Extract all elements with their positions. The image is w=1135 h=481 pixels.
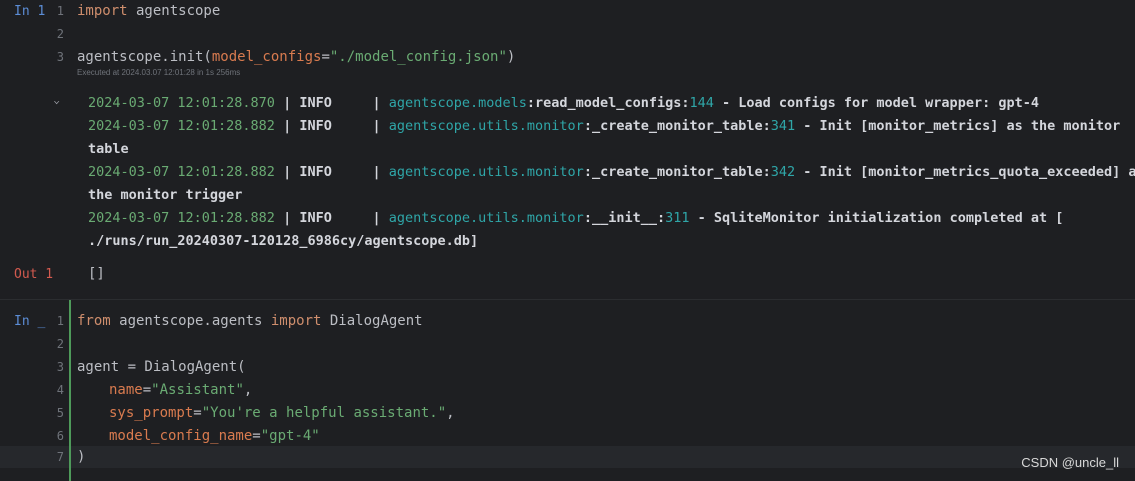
out-value: [] (88, 266, 105, 282)
log-line-4-cont: ./runs/run_20240307-120128_6986cy/agents… (88, 233, 479, 249)
log-lineno: 311 (665, 210, 690, 226)
code-line-6[interactable]: model_config_name="gpt-4" (109, 425, 320, 448)
code-text: agentscope (127, 3, 221, 19)
log-line-1: 2024-03-07 12:01:28.870 | INFO | agentsc… (88, 92, 1039, 115)
cell-1-prompt: In 1 (14, 4, 46, 19)
code-line-4[interactable]: name="Assistant", (109, 379, 252, 402)
param-model-config-name: model_config_name (109, 428, 253, 444)
string-literal: "You're a helpful assistant." (201, 405, 447, 421)
log-lineno: 144 (689, 95, 714, 111)
code-text: , (446, 405, 455, 421)
log-module: agentscope.utils.monitor (388, 164, 584, 180)
code-text: agentscope.agents (110, 313, 271, 329)
param-model-configs: model_configs (211, 49, 322, 65)
watermark: CSDN @uncle_ll (1021, 455, 1119, 470)
code-text: agentscope.init( (77, 49, 212, 65)
code-text: = (321, 49, 330, 65)
log-timestamp: 2024-03-07 12:01:28.882 (88, 118, 275, 134)
string-literal: "./model_config.json" (329, 49, 507, 65)
log-module: agentscope.models (388, 95, 527, 111)
code-cell-1[interactable]: In 1 1 2 3 import agentscope agentscope.… (0, 0, 1135, 90)
code-text: ) (506, 49, 516, 65)
line-number: 1 (56, 4, 64, 18)
log-level: | INFO | (274, 210, 389, 226)
keyword-from: from (77, 313, 111, 329)
log-lineno: 342 (770, 164, 796, 180)
code-text: = (142, 382, 152, 398)
active-cell-indicator (69, 300, 71, 481)
log-module: agentscope.utils.monitor (388, 210, 584, 226)
log-line-4: 2024-03-07 12:01:28.882 | INFO | agentsc… (88, 207, 1063, 230)
code-text: = (252, 428, 261, 444)
string-literal: "gpt-4" (260, 428, 320, 444)
log-message: - Load configs for model wrapper: gpt-4 (713, 95, 1039, 111)
code-line-5[interactable]: sys_prompt="You're a helpful assistant."… (109, 402, 455, 425)
log-line-3: 2024-03-07 12:01:28.882 | INFO | agentsc… (88, 161, 1135, 184)
line-number: 7 (56, 450, 64, 464)
keyword-import: import (77, 3, 128, 19)
line-number: 2 (56, 27, 64, 41)
code-line-3[interactable]: agent = DialogAgent( (77, 356, 246, 379)
line-number: 1 (56, 314, 64, 328)
log-level: | INFO | (274, 164, 389, 180)
line-number: 3 (56, 50, 64, 64)
code-line-3[interactable]: agentscope.init(model_configs="./model_c… (77, 46, 515, 69)
log-module: agentscope.utils.monitor (388, 118, 584, 134)
line-number: 5 (56, 406, 64, 420)
line-number: 6 (56, 429, 64, 443)
log-line-2: 2024-03-07 12:01:28.882 | INFO | agentsc… (88, 115, 1120, 138)
log-func: :read_model_configs: (526, 95, 690, 111)
collapse-chevron-icon[interactable]: ⌄ (53, 96, 60, 106)
log-level: | INFO | (274, 95, 389, 111)
line-number: 3 (56, 360, 64, 374)
log-timestamp: 2024-03-07 12:01:28.882 (88, 164, 275, 180)
keyword-import: import (270, 313, 322, 329)
code-line-1[interactable]: from agentscope.agents import DialogAgen… (77, 310, 423, 333)
log-lineno: 341 (770, 118, 796, 134)
cell-2-prompt: In _ (14, 314, 46, 329)
log-timestamp: 2024-03-07 12:01:28.870 (88, 95, 275, 111)
line-number: 4 (56, 383, 64, 397)
code-line-1[interactable]: import agentscope (77, 0, 220, 23)
code-line-7[interactable]: ) (77, 446, 85, 469)
log-func: :_create_monitor_table: (583, 164, 771, 180)
param-name: name (109, 382, 143, 398)
log-line-2-cont: table (88, 141, 129, 157)
log-line-3-cont: the monitor trigger (88, 187, 243, 203)
log-level: | INFO | (274, 118, 389, 134)
log-message: - Init [monitor_metrics] as the monitor (795, 118, 1121, 134)
out-prompt: Out 1 (14, 267, 54, 282)
current-line-highlight (0, 446, 1135, 468)
log-timestamp: 2024-03-07 12:01:28.882 (88, 210, 275, 226)
execution-info: Executed at 2024.03.07 12:01:28 in 1s 25… (77, 68, 241, 77)
param-sys-prompt: sys_prompt (109, 405, 194, 421)
code-text: , (243, 382, 253, 398)
log-message: - SqliteMonitor initialization completed… (689, 210, 1064, 226)
string-literal: "Assistant" (151, 382, 244, 398)
code-text: DialogAgent (321, 313, 423, 329)
log-func: :__init__: (583, 210, 666, 226)
code-text: = (193, 405, 202, 421)
log-message: - Init [monitor_metrics_quota_exceeded] … (795, 164, 1135, 180)
line-number: 2 (56, 337, 64, 351)
log-func: :_create_monitor_table: (583, 118, 771, 134)
